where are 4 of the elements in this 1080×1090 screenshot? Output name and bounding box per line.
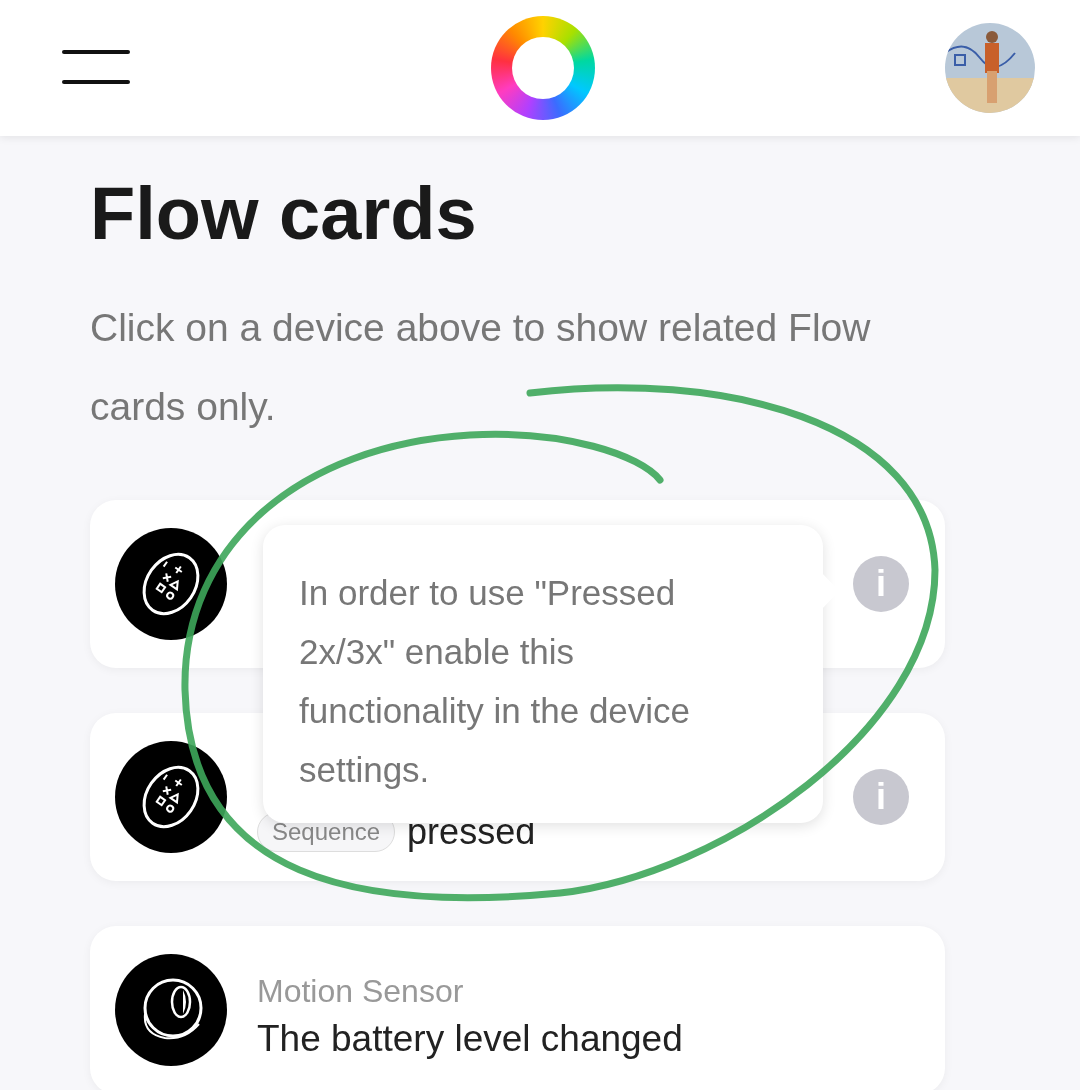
page-title: Flow cards — [90, 171, 478, 257]
device-name: Motion Sensor — [257, 972, 465, 1010]
page-description: Click on a device above to show related Flow cards only. — [90, 305, 872, 430]
card-title: The battery level changed — [257, 1017, 684, 1060]
